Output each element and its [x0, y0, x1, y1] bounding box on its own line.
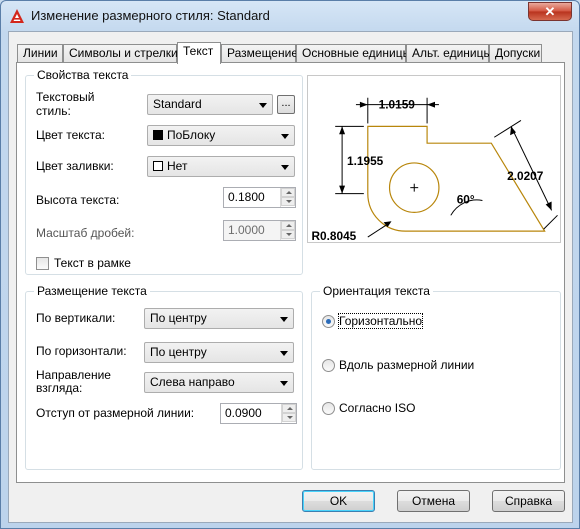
dialog-window: Изменение размерного стиля: Standard ✕ Л… [0, 0, 580, 529]
vertical-label: По вертикали: [36, 311, 116, 325]
dim-right-label: 2.0207 [507, 169, 544, 183]
horizontal-select[interactable]: По центру [144, 342, 294, 363]
autocad-logo-icon [10, 9, 24, 23]
dialog-client: Линии Символы и стрелки Текст Размещение… [8, 31, 573, 523]
browse-button[interactable]: ... [277, 95, 295, 114]
vertical-select[interactable]: По центру [144, 308, 294, 329]
view-direction-select[interactable]: Слева направо [144, 372, 294, 393]
fraction-scale-value: 1.0000 [228, 223, 265, 237]
fill-color-value: Нет [167, 159, 188, 173]
text-tab-panel: Свойства текста Текстовый стиль: Standar… [16, 62, 565, 483]
text-style-label: Текстовый [36, 90, 95, 104]
cancel-button[interactable]: Отмена [397, 490, 470, 512]
text-color-value: ПоБлоку [167, 128, 216, 142]
orientation-iso-label: Согласно ISO [339, 401, 416, 415]
offset-value: 0.0900 [225, 406, 262, 420]
tab-primary-units[interactable]: Основные единицы [296, 44, 411, 63]
text-color-label: Цвет текста: [36, 128, 106, 142]
spinner-buttons[interactable] [280, 221, 295, 240]
spin-down-icon[interactable] [281, 230, 295, 239]
tab-lines[interactable]: Линии [17, 44, 63, 63]
spin-up-icon[interactable] [281, 188, 295, 197]
text-style-label-2: стиль: [36, 104, 71, 118]
chevron-down-icon [280, 317, 288, 322]
spinner-buttons[interactable] [281, 404, 296, 423]
offset-label: Отступ от размерной линии: [36, 406, 195, 420]
horizontal-value: По центру [150, 345, 207, 359]
group-title: Свойства текста [34, 68, 132, 82]
text-color-select[interactable]: ПоБлоку [147, 125, 295, 146]
tab-tolerances[interactable]: Допуски [489, 44, 542, 63]
spinner-buttons[interactable] [280, 188, 295, 207]
dim-left-label: 1.1955 [347, 154, 384, 168]
view-direction-label: Направление [36, 368, 111, 382]
chevron-down-icon [281, 165, 289, 170]
ok-button[interactable]: OK [302, 490, 375, 512]
fill-color-select[interactable]: Нет [147, 156, 295, 177]
chevron-down-icon [281, 134, 289, 139]
dim-top-label: 1.0159 [379, 98, 416, 112]
orientation-horizontal-label: Горизонтально [337, 313, 424, 329]
frame-text-label: Текст в рамке [54, 256, 131, 270]
spin-down-icon[interactable] [281, 197, 295, 206]
spin-down-icon[interactable] [282, 413, 296, 422]
spin-up-icon[interactable] [281, 221, 295, 230]
tab-placement[interactable]: Размещение [221, 44, 298, 63]
chevron-down-icon [259, 103, 267, 108]
tab-alt-units[interactable]: Альт. единицы [406, 44, 492, 63]
fraction-scale-label: Масштаб дробей: [36, 226, 135, 240]
title-bar[interactable]: Изменение размерного стиля: Standard ✕ [1, 1, 579, 31]
dim-radius-label: R0.8045 [311, 229, 356, 243]
offset-input[interactable]: 0.0900 [220, 403, 297, 424]
vertical-value: По центру [150, 311, 207, 325]
tab-symbols-arrows[interactable]: Символы и стрелки [63, 44, 178, 63]
orientation-aligned-label: Вдоль размерной линии [339, 358, 475, 372]
group-title: Размещение текста [34, 284, 150, 298]
orientation-horizontal-radio[interactable] [322, 315, 335, 328]
text-style-value: Standard [153, 97, 202, 111]
chevron-down-icon [280, 351, 288, 356]
text-height-input[interactable]: 0.1800 [223, 187, 296, 208]
fraction-scale-input[interactable]: 1.0000 [223, 220, 296, 241]
help-button[interactable]: Справка [492, 490, 565, 512]
horizontal-label: По горизонтали: [36, 344, 127, 358]
spin-up-icon[interactable] [282, 404, 296, 413]
dim-angle-label: 60° [457, 192, 475, 206]
group-title: Ориентация текста [320, 284, 433, 298]
text-height-value: 0.1800 [228, 190, 265, 204]
dimension-preview: 1.0159 1.1955 2.0207 60° R0.8045 [307, 75, 561, 243]
orientation-aligned-radio[interactable] [322, 359, 335, 372]
tab-text[interactable]: Текст [177, 42, 221, 64]
color-swatch-icon [153, 130, 163, 140]
view-direction-label-2: взгляда: [36, 381, 83, 395]
window-title: Изменение размерного стиля: Standard [31, 8, 270, 23]
text-style-select[interactable]: Standard [147, 94, 273, 115]
close-button[interactable]: ✕ [528, 2, 572, 21]
fill-color-label: Цвет заливки: [36, 159, 114, 173]
text-height-label: Высота текста: [36, 193, 120, 207]
frame-text-checkbox[interactable] [36, 257, 49, 270]
orientation-iso-radio[interactable] [322, 402, 335, 415]
view-direction-value: Слева направо [150, 375, 235, 389]
chevron-down-icon [280, 381, 288, 386]
color-swatch-icon [153, 161, 163, 171]
